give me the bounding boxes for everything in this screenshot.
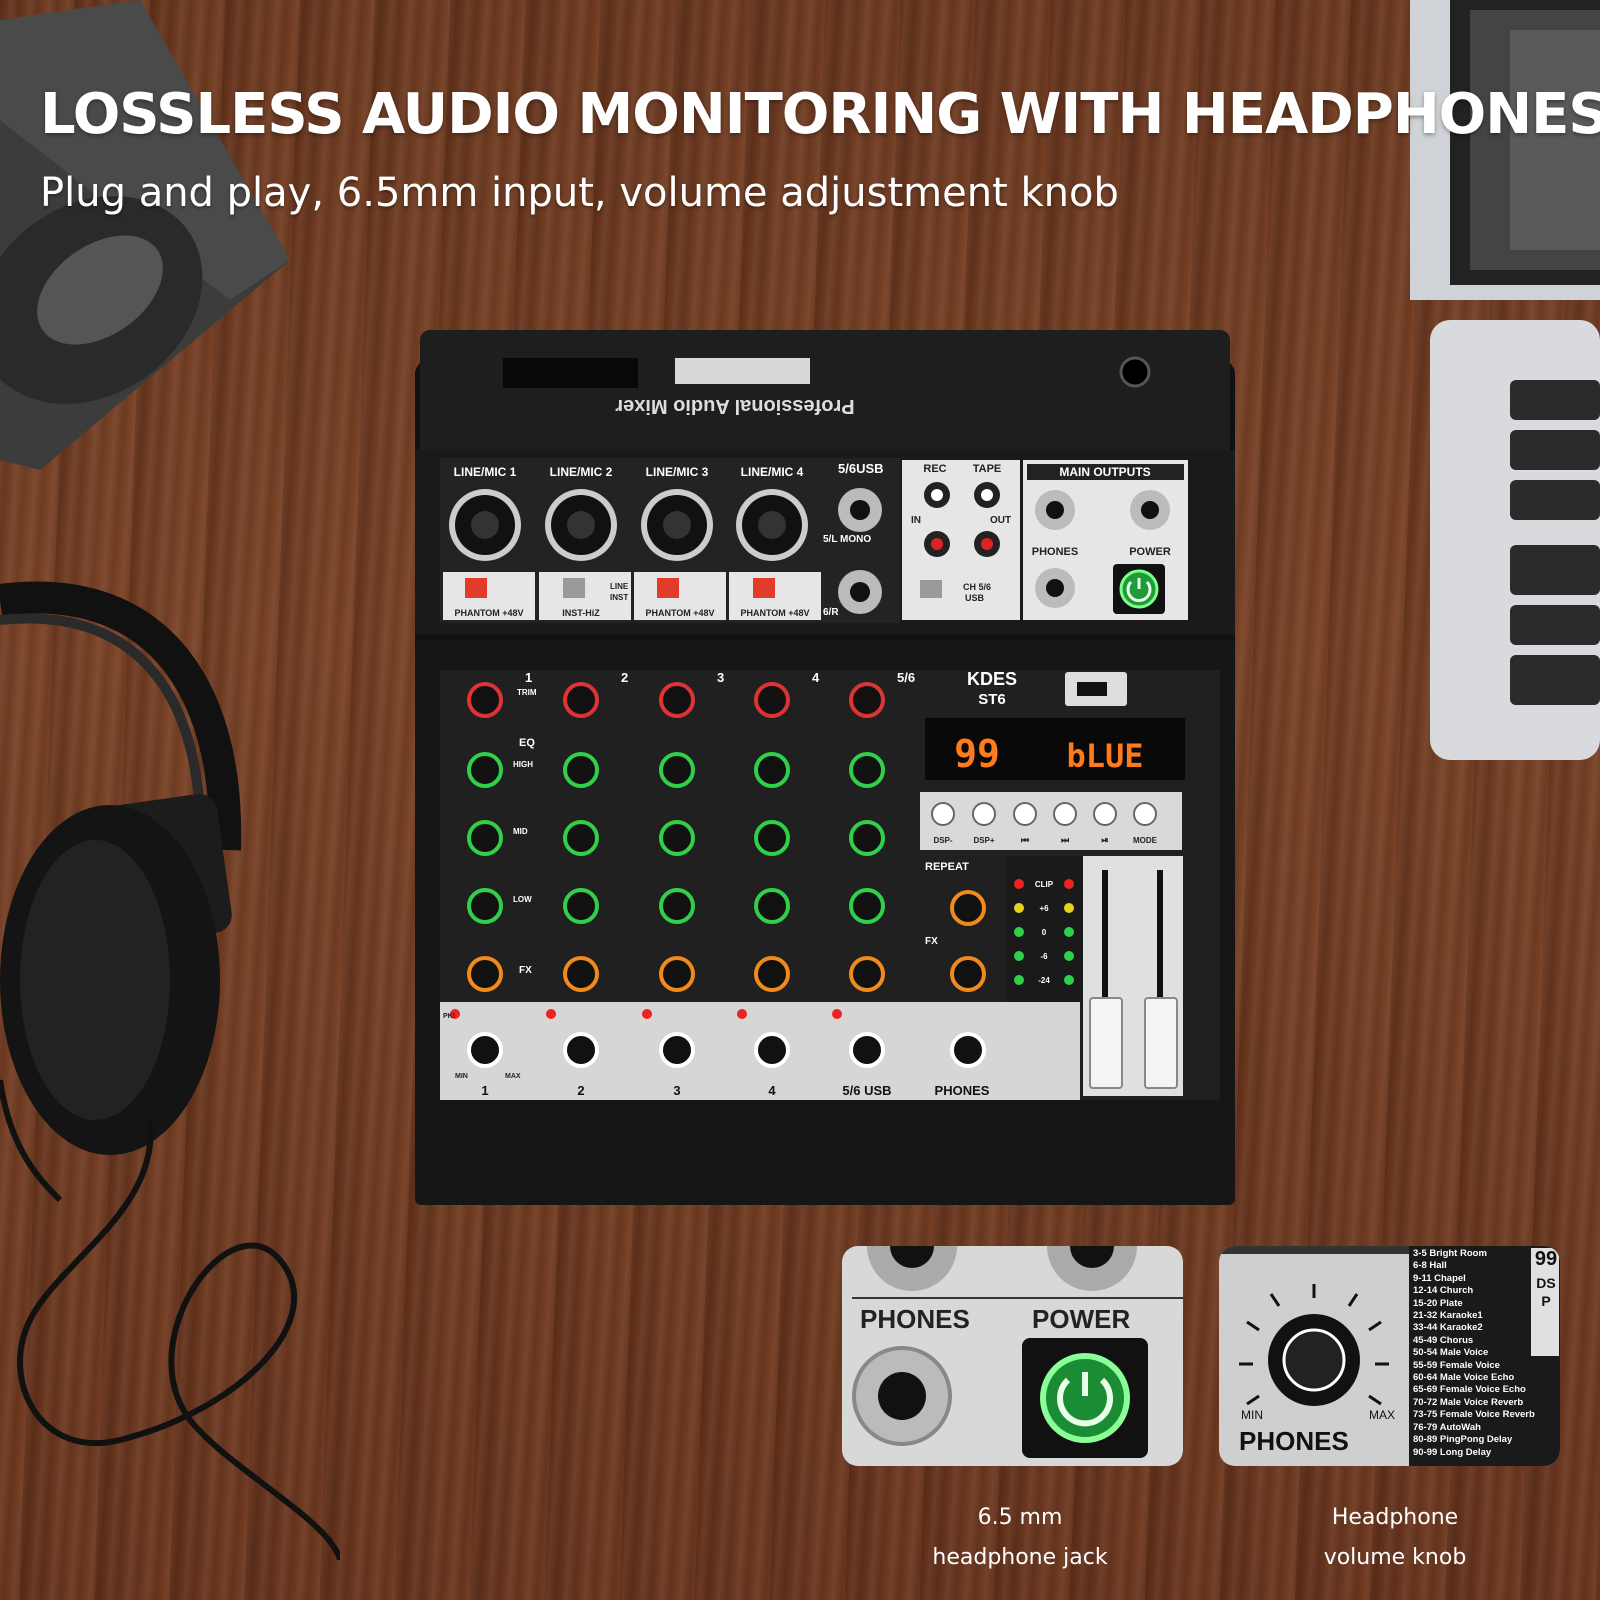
display-mode-text: bLUE — [1066, 737, 1143, 775]
repeat-label: REPEAT — [925, 861, 969, 873]
input-label-2: LINE/MIC 2 — [550, 465, 613, 479]
meter-minus24: -24 — [1038, 976, 1050, 985]
inst-label: INST — [610, 593, 628, 602]
out-label: OUT — [990, 515, 1011, 526]
dsp-minus-label: DSP- — [933, 836, 952, 845]
eq-label: EQ — [519, 737, 535, 749]
phones-label: PHONES — [1032, 546, 1078, 558]
dsp-preset-item: 50-54 Male Voice — [1413, 1347, 1489, 1359]
bottom-label-3: 3 — [673, 1083, 680, 1098]
dsp-preset-list: 3-5 Bright Room 6-8 Hall 9-11 Chapel 12-14 … — [1413, 1248, 1535, 1459]
dsp-badge-text: DSP — [1536, 1275, 1556, 1309]
input-label-3: LINE/MIC 3 — [646, 465, 709, 479]
max-label: MAX — [505, 1073, 521, 1080]
power-label: POWER — [1129, 546, 1171, 558]
inset-volume-knob: MIN MAX PHONES 99 DSP 3-5 Bright Room 6-8… — [1219, 1246, 1560, 1466]
speaker-image — [0, 0, 290, 470]
caption-left-line2: headphone jack — [932, 1545, 1108, 1570]
low-label: LOW — [513, 895, 532, 904]
model-name: ST6 — [978, 691, 1006, 708]
meter-zero: 0 — [1042, 928, 1047, 937]
bottom-label-1: 1 — [481, 1083, 488, 1098]
inset-phones-label: PHONES — [860, 1304, 970, 1334]
tape-label: TAPE — [973, 463, 1002, 475]
next-track-label: ⏭ — [1061, 835, 1070, 845]
subheadline: Plug and play, 6.5mm input, volume adjus… — [40, 170, 1119, 216]
inset-phones-power: PHONES POWER — [842, 1246, 1183, 1466]
rec-label: REC — [923, 463, 946, 475]
meter-plus6: +6 — [1039, 904, 1049, 913]
mid-label: MID — [513, 827, 528, 836]
input-label-1: LINE/MIC 1 — [454, 465, 517, 479]
caption-right-line1: Headphone — [1331, 1505, 1459, 1530]
dsp-preset-item: 80-89 PingPong Delay — [1413, 1434, 1513, 1446]
line-label: LINE — [610, 582, 629, 591]
min-label: MIN — [455, 1073, 468, 1080]
dsp-plus-label: DSP+ — [973, 836, 994, 845]
trim-label: TRIM — [517, 688, 537, 697]
prev-track-label: ⏮ — [1021, 835, 1029, 845]
dsp-preset-item: 21-32 Karaoke1 — [1413, 1310, 1483, 1322]
dsp-preset-item: 33-44 Karaoke2 — [1413, 1322, 1483, 1334]
phantom-label-3: PHANTOM +48V — [645, 608, 714, 618]
bottom-label-phones: PHONES — [935, 1083, 990, 1098]
dsp-preset-item: 9-11 Chapel — [1413, 1272, 1466, 1284]
caption-left-line1: 6.5 mm — [977, 1505, 1063, 1530]
fx-master-label: FX — [925, 936, 938, 947]
caption-volume-knob: Headphone volume knob — [1275, 1498, 1515, 1578]
phantom-label-4: PHANTOM +48V — [740, 608, 809, 618]
caption-right-line2: volume knob — [1323, 1545, 1467, 1570]
phantom-label-1: PHANTOM +48V — [454, 608, 523, 618]
caption-headphone-jack: 6.5 mm headphone jack — [900, 1498, 1140, 1578]
dsp-preset-item: 90-99 Long Delay — [1413, 1446, 1492, 1458]
fx-send-label: FX — [519, 965, 532, 976]
peak-label: PK! — [443, 1013, 455, 1020]
meter-clip: CLIP — [1035, 880, 1054, 889]
brand-name: KDES — [967, 669, 1017, 689]
dsp-preset-item: 65-69 Female Voice Echo — [1413, 1384, 1526, 1396]
dsp-preset-item: 12-14 Church — [1413, 1285, 1474, 1297]
audio-mixer: Professional Audio Mixer LINE/MIC 1 LINE… — [415, 330, 1235, 1205]
bottom-label-56-usb: 5/6 USB — [842, 1083, 891, 1098]
mono-label: 5/L MONO — [823, 534, 871, 545]
usb-label: USB — [965, 593, 985, 603]
inst-hiz-label: INST-HiZ — [562, 608, 600, 618]
dsp-preset-item: 6-8 Hall — [1413, 1260, 1447, 1272]
dsp-preset-item: 45-49 Chorus — [1413, 1334, 1474, 1346]
mixer-top-label: Professional Audio Mixer — [615, 395, 855, 417]
high-label: HIGH — [513, 760, 533, 769]
dsp-preset-item: 3-5 Bright Room — [1413, 1248, 1487, 1259]
channel-number-2: 2 — [621, 670, 628, 685]
channel-number-4: 4 — [812, 670, 820, 685]
mode-label: MODE — [1133, 836, 1158, 845]
dsp-preset-item: 70-72 Male Voice Reverb — [1413, 1396, 1524, 1408]
inset-max-label: MAX — [1369, 1408, 1396, 1422]
dsp-preset-item: 73-75 Female Voice Reverb — [1413, 1409, 1535, 1421]
main-outputs-label: MAIN OUTPUTS — [1059, 465, 1150, 479]
play-pause-label: ⏯ — [1101, 835, 1108, 845]
bottom-label-2: 2 — [577, 1083, 584, 1098]
channel-number-56: 5/6 — [897, 670, 915, 685]
display-preset-number: 99 — [954, 732, 1000, 776]
right-channel-label: 6/R — [823, 607, 839, 618]
meter-minus6: -6 — [1040, 952, 1048, 961]
headline: LOSSLESS AUDIO MONITORING WITH HEADPHONE… — [40, 82, 1600, 147]
dsp-preset-item: 55-59 Female Voice — [1413, 1359, 1500, 1371]
dsp-preset-item: 76-79 AutoWah — [1413, 1421, 1481, 1433]
input-label-4: LINE/MIC 4 — [741, 465, 804, 479]
in-label: IN — [911, 515, 921, 526]
channel-number-3: 3 — [717, 670, 724, 685]
dsp-badge-number: 99 — [1534, 1248, 1558, 1270]
ch56-label: CH 5/6 — [963, 582, 991, 592]
channel-number-1: 1 — [525, 670, 532, 685]
dsp-preset-item: 15-20 Plate — [1413, 1297, 1463, 1309]
bottom-label-4: 4 — [768, 1083, 776, 1098]
inset-phones-knob-label: PHONES — [1239, 1426, 1349, 1456]
headphones-image — [0, 581, 340, 1560]
usb-input-label: 5/6USB — [838, 461, 884, 476]
inset-power-label: POWER — [1032, 1304, 1131, 1334]
dsp-preset-item: 60-64 Male Voice Echo — [1413, 1372, 1515, 1384]
inset-min-label: MIN — [1241, 1408, 1263, 1422]
